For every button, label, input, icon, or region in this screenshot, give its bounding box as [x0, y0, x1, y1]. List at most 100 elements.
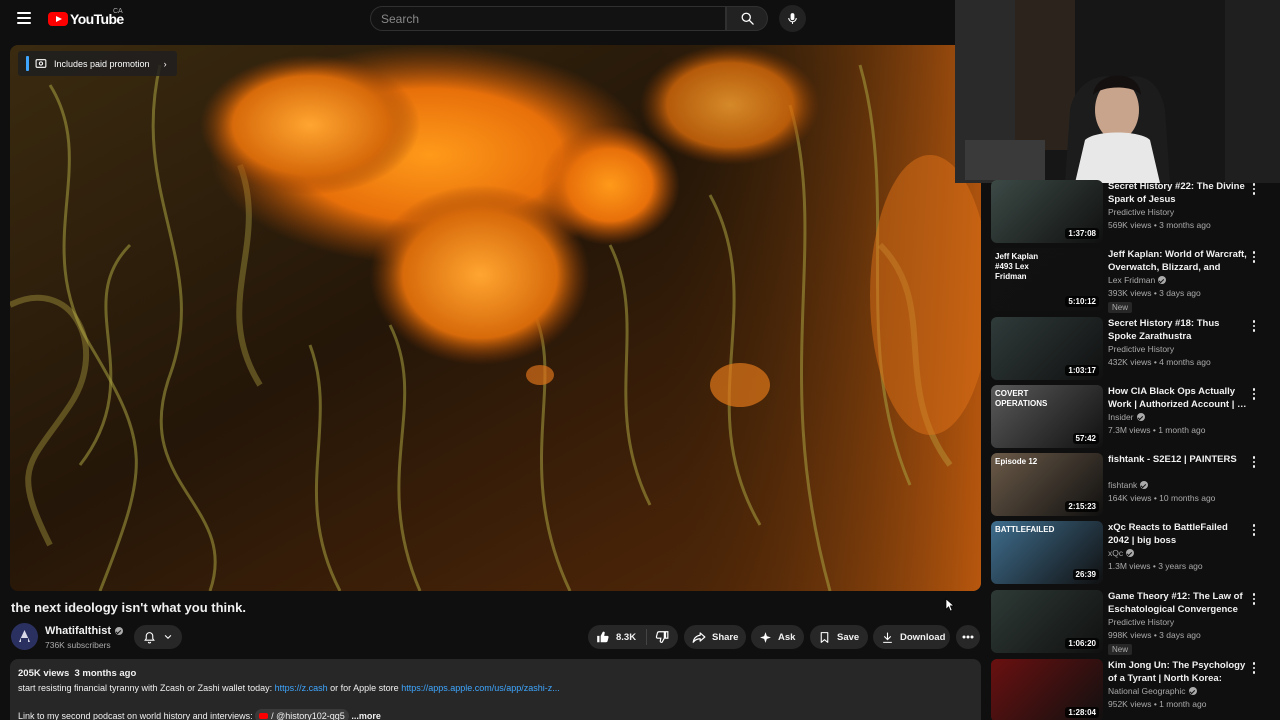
video-duration: 5:10:12: [1065, 296, 1099, 307]
recommended-channel-name: Predictive History: [1108, 617, 1175, 627]
thumbnail-caption: BATTLEFAILED: [995, 525, 1055, 534]
youtube-logo[interactable]: YouTube CA: [48, 8, 124, 27]
more-vertical-icon[interactable]: [1250, 250, 1258, 264]
recommended-video[interactable]: 1:37:08 Secret History #22: The Divine Sp…: [991, 180, 1280, 244]
video-thumbnail[interactable]: Jeff Kaplan #493 Lex Fridman 5:10:12: [991, 248, 1103, 311]
recommended-video-title[interactable]: xQc Reacts to BattleFailed 2042 | big bo…: [1108, 521, 1248, 547]
promo-accent-bar: [26, 56, 29, 71]
save-button[interactable]: Save: [810, 625, 868, 649]
share-button[interactable]: Share: [684, 625, 746, 649]
video-duration: 57:42: [1072, 433, 1099, 444]
recommended-channel-name: Insider: [1108, 412, 1134, 422]
recommended-video-title[interactable]: Jeff Kaplan: World of Warcraft, Overwatc…: [1108, 248, 1248, 274]
shopping-bag-icon: [35, 59, 47, 68]
video-duration: 1:06:20: [1065, 638, 1099, 649]
video-thumbnail[interactable]: 1:03:17: [991, 317, 1103, 380]
recommended-video[interactable]: Jeff Kaplan #493 Lex Fridman 5:10:12 Jeff …: [991, 248, 1280, 313]
video-thumbnail[interactable]: COVERT OPERATIONS 57:42: [991, 385, 1103, 448]
recommended-channel[interactable]: fishtank: [1108, 480, 1149, 490]
more-horizontal-icon: [962, 635, 974, 639]
search-icon: [741, 12, 754, 25]
recommended-video[interactable]: 1:28:04 Kim Jong Un: The Psychology of a …: [991, 659, 1280, 720]
recommended-video-title[interactable]: Secret History #22: The Divine Spark of …: [1108, 180, 1248, 206]
recommended-video-title[interactable]: fishtank - S2E12 | PAINTERS: [1108, 453, 1248, 466]
recommended-video-meta: 432K views • 4 months ago: [1108, 357, 1211, 367]
zcash-link[interactable]: https://z.cash: [275, 683, 328, 693]
show-more-button[interactable]: ...more: [351, 711, 381, 720]
description-box[interactable]: 205K views 3 months ago start resisting …: [10, 659, 981, 720]
recommended-video-title[interactable]: Game Theory #12: The Law of Eschatologic…: [1108, 590, 1248, 616]
more-vertical-icon[interactable]: [1250, 523, 1258, 537]
recommended-video[interactable]: 1:03:17 Secret History #18: Thus Spoke Za…: [991, 317, 1280, 381]
dislike-button[interactable]: [647, 630, 677, 644]
recommended-channel[interactable]: Predictive History: [1108, 617, 1174, 627]
recommended-channel[interactable]: Predictive History: [1108, 207, 1174, 217]
thumbs-up-icon: [597, 631, 609, 643]
recommended-channel[interactable]: xQc: [1108, 548, 1135, 558]
more-vertical-icon[interactable]: [1250, 455, 1258, 469]
recommended-video-meta: 569K views • 3 months ago: [1108, 220, 1211, 230]
microphone-icon: [788, 13, 797, 24]
video-thumbnail[interactable]: 1:28:04: [991, 659, 1103, 720]
recommended-video-title[interactable]: Kim Jong Un: The Psychology of a Tyrant …: [1108, 659, 1248, 685]
recommended-video[interactable]: Episode 12 2:15:23 fishtank - S2E12 | PAIN…: [991, 453, 1280, 517]
streamer-webcam-image: [955, 0, 1280, 183]
description-line-2: Link to my second podcast on world histo…: [18, 709, 973, 720]
video-thumbnail[interactable]: Episode 12 2:15:23: [991, 453, 1103, 516]
chevron-right-icon: ›: [163, 58, 167, 69]
verified-icon: [115, 627, 123, 635]
search-input[interactable]: Search: [370, 6, 726, 31]
ask-button[interactable]: Ask: [751, 625, 804, 649]
recommended-channel[interactable]: Insider: [1108, 412, 1145, 422]
recommended-channel-name: Predictive History: [1108, 344, 1175, 354]
recommended-video[interactable]: 1:06:20 Game Theory #12: The Law of Escha…: [991, 590, 1280, 655]
verified-icon: [1140, 481, 1149, 489]
recommended-channel[interactable]: National Geographic: [1108, 686, 1197, 696]
sparkle-icon: [760, 631, 771, 643]
verified-icon: [1126, 549, 1135, 557]
search-button[interactable]: [726, 6, 768, 31]
more-vertical-icon[interactable]: [1250, 592, 1258, 606]
video-thumbnail[interactable]: 1:06:20: [991, 590, 1103, 653]
channel-logo-icon: [11, 623, 38, 650]
recommended-channel-name: National Geographic: [1108, 686, 1186, 696]
logo-region: CA: [113, 8, 123, 15]
more-vertical-icon[interactable]: [1250, 387, 1258, 401]
video-duration: 26:39: [1072, 569, 1099, 580]
description-text-mid: or for Apple store: [327, 683, 402, 693]
menu-icon[interactable]: [17, 12, 31, 24]
more-vertical-icon[interactable]: [1250, 319, 1258, 333]
recommended-video-title[interactable]: Secret History #18: Thus Spoke Zarathust…: [1108, 317, 1248, 343]
more-vertical-icon[interactable]: [1250, 661, 1258, 675]
recommended-channel[interactable]: Predictive History: [1108, 344, 1174, 354]
channel-name[interactable]: Whatifalthist: [45, 625, 123, 637]
recommended-video-title[interactable]: How CIA Black Ops Actually Work | Author…: [1108, 385, 1248, 411]
recommended-video[interactable]: BATTLEFAILED 26:39 xQc Reacts to BattleFai…: [991, 521, 1280, 585]
notification-button[interactable]: [134, 625, 182, 649]
webcam-overlay: [955, 0, 1280, 183]
mouse-cursor-icon: [945, 598, 954, 612]
like-button[interactable]: 8.3K: [588, 629, 648, 645]
voice-search-button[interactable]: [779, 5, 806, 32]
like-dislike-group: 8.3K: [588, 625, 678, 649]
share-icon: [692, 632, 706, 643]
video-duration: 1:28:04: [1065, 707, 1099, 718]
video-thumbnail[interactable]: BATTLEFAILED 26:39: [991, 521, 1103, 584]
video-thumbnail[interactable]: 1:37:08: [991, 180, 1103, 243]
channel-avatar[interactable]: [11, 623, 38, 650]
youtube-play-icon: [48, 12, 68, 26]
like-count: 8.3K: [616, 631, 637, 643]
recommended-channel-name: Lex Fridman: [1108, 275, 1156, 285]
channel-mention-chip[interactable]: / @history102-qg5: [255, 709, 349, 720]
paid-promotion-banner[interactable]: Includes paid promotion ›: [18, 51, 177, 76]
more-actions-button[interactable]: [956, 625, 980, 649]
download-button[interactable]: Download: [873, 625, 950, 649]
share-label: Share: [712, 631, 739, 643]
video-player[interactable]: Includes paid promotion ›: [10, 45, 981, 591]
more-vertical-icon[interactable]: [1250, 182, 1258, 196]
apple-store-link[interactable]: https://apps.apple.com/us/app/zashi-z...: [401, 683, 560, 693]
recommended-video[interactable]: COVERT OPERATIONS 57:42 How CIA Black Ops …: [991, 385, 1280, 449]
recommended-channel[interactable]: Lex Fridman: [1108, 275, 1167, 285]
channel-name-text: Whatifalthist: [45, 625, 111, 637]
